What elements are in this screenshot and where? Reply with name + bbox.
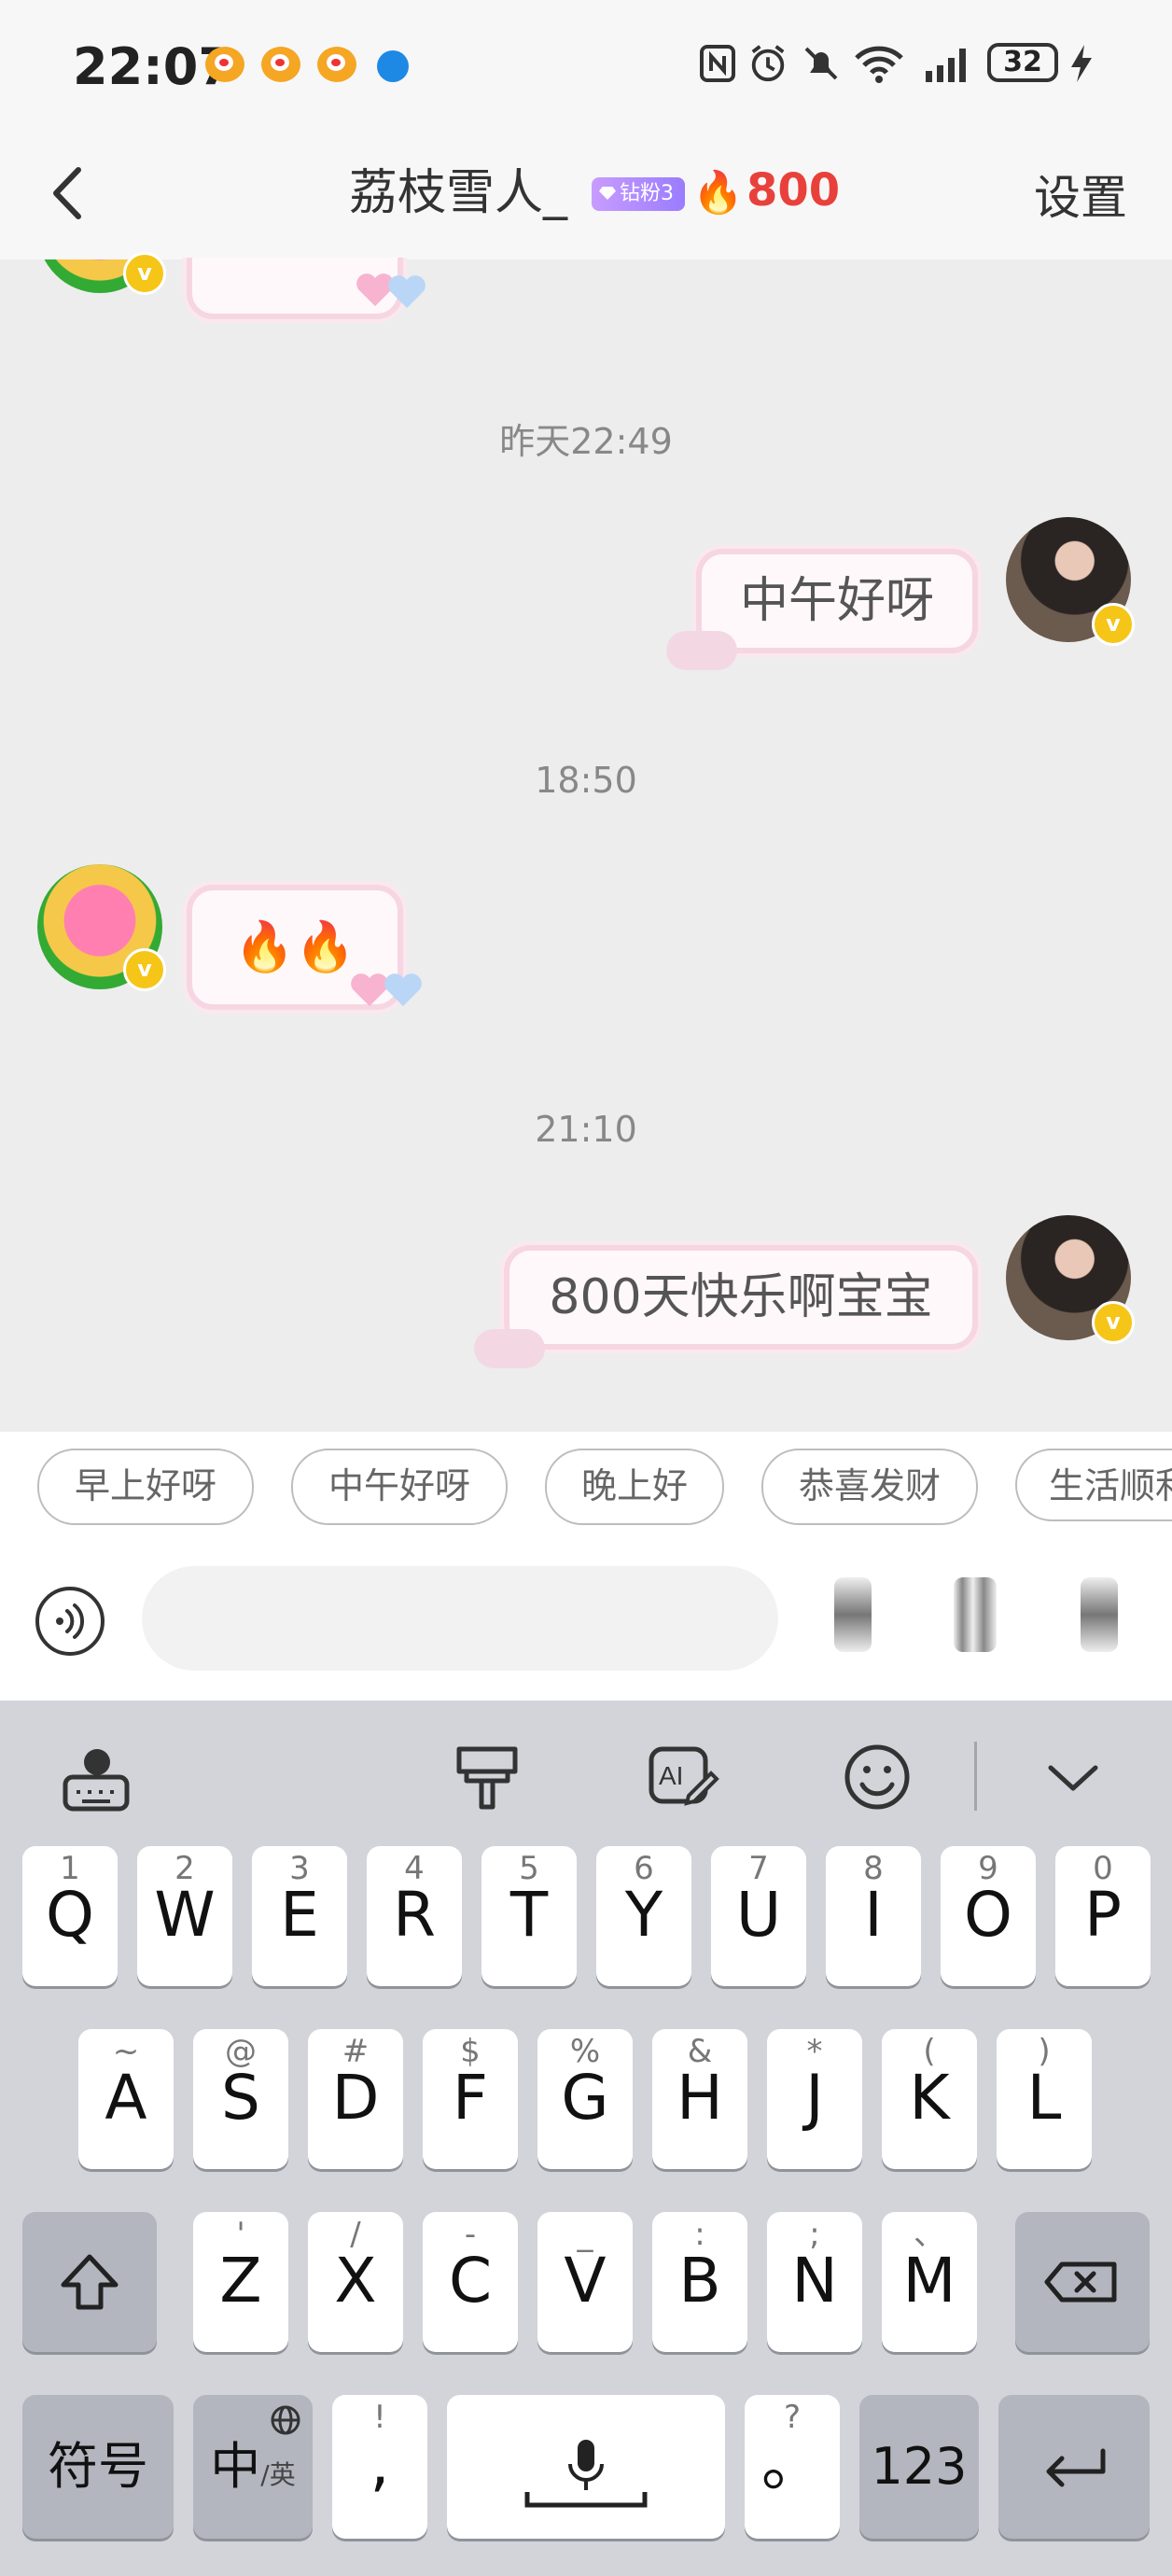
key-g[interactable]: % G [537,2029,633,2169]
weibo-notification-icon [205,47,244,82]
weibo-notification-icon [317,47,356,82]
charging-icon [1071,45,1092,82]
key-q[interactable]: 1Q [22,1846,118,1986]
weibo-notification-icon [261,47,300,82]
verified-badge: v [1092,1301,1135,1344]
key-w[interactable]: 2W [137,1846,232,1986]
key-s[interactable]: @ S [193,2029,288,2169]
fire-icon: 🔥 [692,169,744,217]
input-tool-button[interactable] [834,1577,872,1652]
key-e[interactable]: 3E [252,1846,347,1986]
collapse-keyboard-icon[interactable] [1036,1740,1110,1814]
message-input[interactable] [142,1566,778,1671]
key-a[interactable]: ~ A [78,2029,174,2169]
backspace-icon [1044,2261,1117,2303]
voice-wave-icon [56,1603,85,1639]
key-t[interactable]: 5T [481,1846,577,1986]
heart-icon [384,973,422,1006]
message-timestamp: 昨天22:49 [499,421,673,462]
input-tool-button[interactable] [954,1577,997,1652]
backspace-key[interactable] [1015,2212,1150,2352]
key-h[interactable]: & H [652,2029,747,2169]
toolbar-divider [974,1742,977,1811]
contact-name: 荔枝雪人_ [349,165,568,221]
key-u[interactable]: 7U [711,1846,806,1986]
key-f[interactable]: $ F [423,2029,518,2169]
key-p[interactable]: 0P [1055,1846,1151,1986]
svg-text:AI: AI [659,1761,683,1790]
verified-badge: v [1092,603,1135,646]
key-y[interactable]: 6Y [596,1846,691,1986]
numbers-key[interactable]: 123 [859,2395,979,2539]
language-switch-key[interactable]: 中/英 [193,2395,313,2539]
quick-reply-chip[interactable]: 生活顺利 [1015,1449,1172,1521]
key-v[interactable]: _ V [537,2212,633,2352]
enter-icon [1046,2448,1106,2487]
message-timestamp: 18:50 [535,760,637,801]
diamond-icon [599,187,616,200]
period-key[interactable]: ?。 [745,2395,840,2539]
chat-header [0,131,1172,259]
mute-bell-icon [804,47,838,80]
quick-reply-chip[interactable]: 恭喜发财 [761,1449,978,1525]
bunny-sticker-icon [474,1329,545,1368]
signal-icon [926,49,966,82]
voice-input-button[interactable] [35,1587,105,1656]
heart-icon [388,275,426,308]
quick-reply-chip[interactable]: 中午好呀 [291,1449,508,1525]
verified-badge: v [123,252,166,295]
key-r[interactable]: 4R [367,1846,462,1986]
key-c[interactable]: -C [423,2212,518,2352]
emoji-icon[interactable] [840,1740,914,1814]
shift-arrow-icon [61,2254,119,2310]
key-j[interactable]: * J [767,2029,862,2169]
wifi-icon [855,46,903,83]
browser-notification-icon [377,50,409,82]
quick-reply-chip[interactable]: 晚上好 [545,1449,724,1525]
battery-indicator: 32 [987,43,1058,82]
message-timestamp: 21:10 [535,1109,637,1150]
globe-icon [271,2405,300,2435]
verified-badge: v [123,948,166,991]
key-b[interactable]: :B [652,2212,747,2352]
nfc-icon [700,45,735,82]
ai-write-icon[interactable]: AI [646,1740,720,1814]
key-z[interactable]: ' Z [193,2212,288,2352]
microphone-icon [524,2440,648,2508]
key-k[interactable]: (K [882,2029,977,2169]
key-o[interactable]: 9O [941,1846,1036,1986]
symbols-key[interactable]: 符号 [22,2395,174,2539]
shift-key[interactable] [22,2212,157,2352]
fire-streak-count: 800 [746,164,841,217]
input-tool-button[interactable] [1081,1577,1118,1652]
sent-message-bubble[interactable]: 中午好呀 [696,549,978,653]
sent-message-bubble[interactable]: 800天快乐啊宝宝 [504,1245,978,1350]
back-arrow-icon[interactable] [37,161,103,226]
comma-key[interactable]: !, [332,2395,427,2539]
alarm-icon [751,45,785,82]
key-n[interactable]: ; N [767,2212,862,2352]
keyboard-language-icon[interactable] [60,1740,134,1814]
bunny-sticker-icon [666,631,737,670]
settings-button[interactable]: 设置 [1034,161,1127,228]
key-i[interactable]: 8I [826,1846,921,1986]
key-x[interactable]: / X [308,2212,403,2352]
theme-brush-icon[interactable] [450,1740,524,1814]
fan-level-badge: 钻粉3 [592,177,685,211]
key-m[interactable]: 、 M [882,2212,977,2352]
space-key[interactable] [447,2395,725,2539]
key-l[interactable]: ) L [997,2029,1092,2169]
quick-reply-chip[interactable]: 早上好呀 [37,1449,254,1525]
key-d[interactable]: # D [308,2029,403,2169]
enter-key[interactable] [998,2395,1150,2539]
